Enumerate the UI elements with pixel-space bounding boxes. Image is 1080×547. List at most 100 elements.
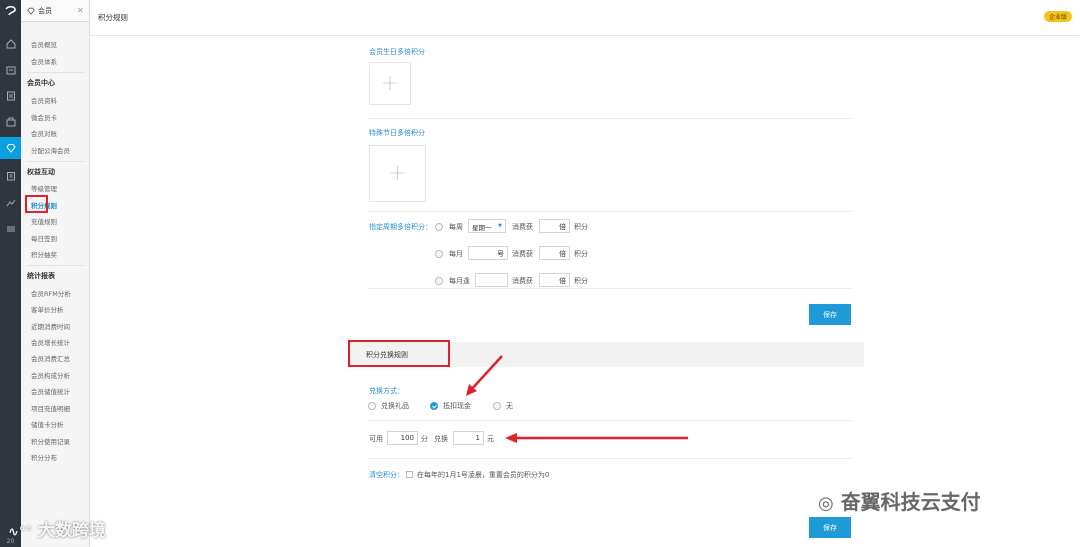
monthly-day-input[interactable]: 号 bbox=[468, 246, 508, 260]
chevron-down-icon: ▼ bbox=[498, 223, 502, 229]
menu-item-rfm[interactable]: 会员RFM分析 bbox=[31, 288, 71, 298]
radio-none[interactable] bbox=[493, 402, 501, 410]
menu-item-lottery[interactable]: 积分抽奖 bbox=[31, 249, 57, 259]
save-button-bottom[interactable]: 保存 bbox=[809, 517, 851, 538]
cash-amount-input[interactable]: 1 bbox=[453, 431, 484, 445]
radio-cash-deduct[interactable] bbox=[430, 402, 438, 410]
app-logo-icon[interactable] bbox=[0, 0, 21, 22]
consume-label: 消费获 bbox=[512, 223, 533, 231]
day-unit: 号 bbox=[497, 250, 504, 258]
divider bbox=[369, 420, 852, 421]
menu-item-recharge-detail[interactable]: 项目充值明细 bbox=[31, 403, 70, 413]
product-icon[interactable] bbox=[0, 111, 21, 133]
menu-item-checkin[interactable]: 每日签到 bbox=[31, 233, 57, 243]
highlight-box-menu bbox=[25, 195, 48, 213]
weekday-select[interactable]: 星期一 ▼ bbox=[468, 219, 506, 233]
menu-item-card[interactable]: 微会员卡 bbox=[31, 112, 57, 122]
menu-item-stored-value[interactable]: 会员储值统计 bbox=[31, 386, 70, 396]
close-icon[interactable]: ✕ bbox=[77, 6, 84, 15]
radio-monthly-every[interactable] bbox=[435, 277, 443, 285]
menu-group-benefits: 权益互动 bbox=[27, 168, 55, 176]
period-label: 指定周期多倍积分： bbox=[369, 223, 432, 231]
monthly-every-input[interactable] bbox=[475, 273, 508, 287]
cashier-icon[interactable] bbox=[0, 59, 21, 81]
icon-rail: 20 bbox=[0, 0, 21, 547]
menu-item-pool[interactable]: 分配公海会员 bbox=[31, 145, 70, 155]
consume-label: 消费获 bbox=[512, 250, 533, 258]
monthly-every-multiplier-input[interactable]: 倍 bbox=[539, 273, 570, 287]
brand-watermark-text: 大数跨境 bbox=[37, 521, 106, 541]
settings-icon[interactable] bbox=[0, 218, 21, 240]
option-none-label: 无 bbox=[506, 402, 513, 410]
home-icon[interactable] bbox=[0, 33, 21, 55]
monthly-multiplier-input[interactable]: 倍 bbox=[539, 246, 570, 260]
order-icon[interactable] bbox=[0, 85, 21, 107]
brand-logo-icon: ∿°° bbox=[8, 525, 32, 540]
chart-icon[interactable] bbox=[0, 192, 21, 214]
points-amount-input[interactable]: 100 bbox=[387, 431, 418, 445]
cash-unit: 元 bbox=[487, 435, 494, 443]
menu-group-reports: 统计报表 bbox=[27, 272, 55, 280]
birthday-upload-box[interactable]: + bbox=[369, 62, 411, 105]
wechat-watermark: ◎ 奋翼科技云支付 bbox=[818, 486, 981, 515]
divider bbox=[27, 72, 85, 73]
menu-header: 会员 ✕ bbox=[21, 0, 89, 22]
points-label: 积分 bbox=[574, 250, 588, 258]
holiday-label: 特殊节日多倍积分 bbox=[369, 129, 425, 137]
menu-item-composition[interactable]: 会员构成分析 bbox=[31, 370, 70, 380]
save-button[interactable]: 保存 bbox=[809, 304, 851, 325]
menu-item-system[interactable]: 会员体系 bbox=[31, 56, 57, 66]
points-label: 积分 bbox=[574, 277, 588, 285]
plus-icon: + bbox=[380, 70, 400, 96]
clear-points-checkbox[interactable] bbox=[406, 471, 413, 478]
menu-item-avg-order[interactable]: 客单价分析 bbox=[31, 304, 64, 314]
radio-weekly[interactable] bbox=[435, 223, 443, 231]
divider bbox=[27, 265, 85, 266]
monthly-label: 每月 bbox=[449, 250, 463, 258]
highlight-box-section bbox=[348, 340, 450, 367]
member-diamond-icon[interactable] bbox=[0, 137, 21, 159]
marketing-icon[interactable] bbox=[0, 165, 21, 187]
divider bbox=[27, 161, 85, 162]
divider bbox=[369, 458, 852, 459]
menu-item-recharge-rules[interactable]: 充值规则 bbox=[31, 216, 57, 226]
arrow-to-cash-input bbox=[505, 433, 688, 443]
multiplier-unit: 倍 bbox=[559, 223, 566, 231]
brand-watermark: ∿°° 大数跨境 bbox=[8, 516, 106, 541]
exchange-method-label: 兑换方式： bbox=[369, 387, 404, 395]
menu-item-points-dist[interactable]: 积分分布 bbox=[31, 452, 57, 462]
multiplier-unit: 倍 bbox=[559, 277, 566, 285]
points-amount-value: 100 bbox=[400, 434, 414, 442]
menu-item-recency[interactable]: 近期消费时间 bbox=[31, 321, 70, 331]
member-menu: 会员 ✕ 会员概览 会员体系 会员中心 会员资料 微会员卡 会员对账 分配公海会… bbox=[21, 0, 90, 547]
holiday-upload-box[interactable]: + bbox=[369, 145, 426, 202]
menu-item-points-log[interactable]: 积分使用记录 bbox=[31, 436, 70, 446]
weekday-select-value: 星期一 bbox=[472, 224, 492, 232]
divider bbox=[369, 118, 852, 119]
wechat-icon: ◎ bbox=[818, 493, 834, 514]
weekly-multiplier-input[interactable]: 倍 bbox=[539, 219, 570, 233]
points-unit: 分 bbox=[421, 435, 428, 443]
option-cash-label: 抵扣现金 bbox=[443, 402, 471, 410]
plus-icon: + bbox=[388, 160, 407, 186]
cash-amount-value: 1 bbox=[475, 434, 480, 442]
menu-item-levels[interactable]: 等级管理 bbox=[31, 183, 57, 193]
top-bar: 积分规则 企业版 bbox=[90, 0, 1080, 36]
exchange-word: 兑换 bbox=[434, 435, 448, 443]
edition-badge: 企业版 bbox=[1043, 11, 1072, 22]
menu-item-overview[interactable]: 会员概览 bbox=[31, 39, 57, 49]
menu-item-reconcile[interactable]: 会员对账 bbox=[31, 128, 57, 138]
menu-item-card-analysis[interactable]: 储值卡分析 bbox=[31, 419, 64, 429]
divider bbox=[369, 288, 852, 289]
consume-label: 消费获 bbox=[512, 277, 533, 285]
clear-points-text: 在每年的1月1号凌晨，重置会员的积分为0 bbox=[417, 471, 550, 479]
radio-monthly[interactable] bbox=[435, 250, 443, 258]
multiplier-unit: 倍 bbox=[559, 250, 566, 258]
menu-item-consumption[interactable]: 会员消费汇总 bbox=[31, 353, 70, 363]
member-diamond-icon bbox=[27, 7, 35, 15]
radio-gift[interactable] bbox=[368, 402, 376, 410]
page-title: 积分规则 bbox=[98, 13, 128, 22]
clear-points-label: 清空积分： bbox=[369, 471, 404, 479]
menu-item-profile[interactable]: 会员资料 bbox=[31, 95, 57, 105]
menu-item-growth[interactable]: 会员增长统计 bbox=[31, 337, 70, 347]
